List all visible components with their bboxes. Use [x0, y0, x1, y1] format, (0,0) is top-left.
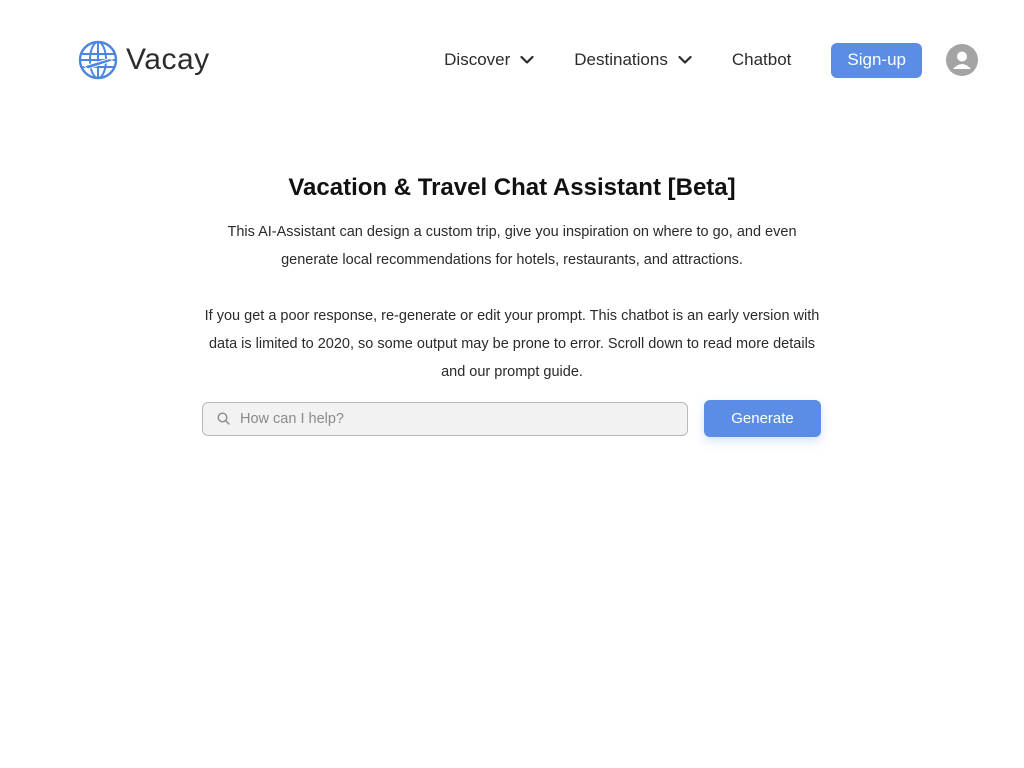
search-box[interactable]: [202, 401, 688, 436]
site-header: Vacay Discover Destinations Chatbot Sign…: [0, 0, 1024, 120]
logo[interactable]: Vacay: [78, 40, 210, 80]
globe-plane-icon: [78, 40, 118, 80]
nav-chatbot[interactable]: Chatbot: [732, 50, 792, 70]
logo-text: Vacay: [126, 43, 210, 76]
user-avatar-icon[interactable]: [946, 44, 978, 76]
chat-assistant-section: Vacation & Travel Chat Assistant [Beta] …: [0, 170, 1024, 437]
page-title: Vacation & Travel Chat Assistant [Beta]: [288, 174, 736, 201]
nav-destinations[interactable]: Destinations: [574, 50, 692, 70]
prompt-input[interactable]: [238, 409, 662, 428]
prompt-row: Generate: [202, 400, 821, 437]
nav-discover[interactable]: Discover: [444, 50, 534, 70]
chevron-down-icon: [678, 55, 692, 64]
generate-button[interactable]: Generate: [704, 400, 821, 437]
main-nav: Discover Destinations Chatbot Sign-up: [444, 42, 978, 78]
nav-discover-label: Discover: [444, 50, 511, 69]
nav-chatbot-label: Chatbot: [731, 50, 792, 69]
search-icon: [217, 412, 230, 425]
nav-destinations-label: Destinations: [574, 50, 668, 69]
chevron-down-icon: [520, 55, 534, 64]
user-silhouette-icon: [953, 51, 971, 69]
disclaimer-description: If you get a poor response, re-generate …: [204, 308, 820, 380]
signup-button[interactable]: Sign-up: [831, 42, 922, 78]
intro-description: This AI-Assistant can design a custom tr…: [227, 224, 797, 268]
